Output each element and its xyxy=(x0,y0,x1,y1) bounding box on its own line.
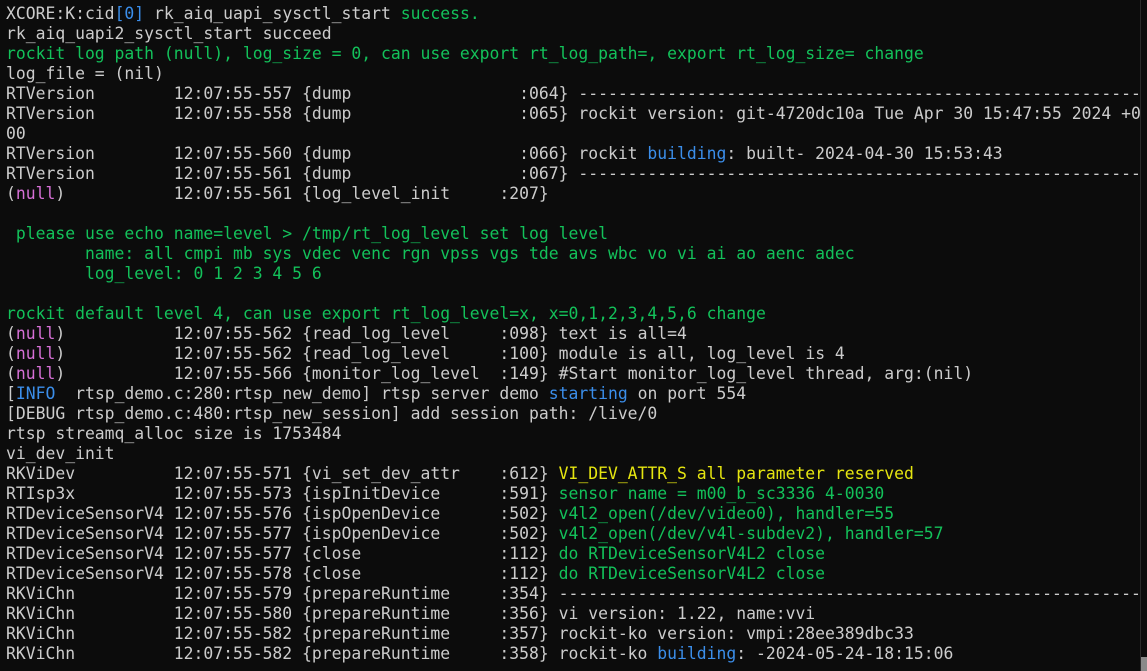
terminal-text-segment: VI_DEV_ATTR_S all parameter reserved xyxy=(558,464,914,483)
terminal-text-segment: RTDeviceSensorV4 12:07:55-577 {ispOpenDe… xyxy=(6,524,559,543)
terminal-text-segment: name: all cmpi mb sys vdec venc rgn vpss… xyxy=(6,244,855,263)
terminal-text-segment: ) 12:07:55-561 {log_level_init :207} xyxy=(55,184,549,203)
terminal-text-segment: : -2024-05-24-18:15:06 xyxy=(736,644,954,663)
terminal-line: vi_dev_init xyxy=(6,444,1141,464)
terminal-text-segment: XCORE:K:cid xyxy=(6,4,115,23)
terminal-text-segment: success. xyxy=(400,4,480,23)
terminal-text-segment: RKViChn 12:07:55-582 {prepareRuntime :35… xyxy=(6,644,658,663)
terminal-text-segment: starting xyxy=(548,384,628,403)
terminal-line: RTVersion 12:07:55-557 {dump :064} -----… xyxy=(6,84,1141,104)
terminal-text-segment: log_file = (nil) xyxy=(6,64,164,83)
terminal-text-segment: vi_dev_init xyxy=(6,444,115,463)
terminal-text-segment: RTVersion 12:07:55-557 {dump :064} -----… xyxy=(6,84,1141,103)
terminal-line: please use echo name=level > /tmp/rt_log… xyxy=(6,224,1141,244)
terminal-line: RTVersion 12:07:55-560 {dump :066} rocki… xyxy=(6,144,1141,164)
vertical-scrollbar[interactable] xyxy=(1140,0,1147,671)
terminal-text-segment: null xyxy=(15,344,56,363)
terminal-text-segment: INFO xyxy=(15,384,56,403)
terminal-line: RTVersion 12:07:55-561 {dump :067} -----… xyxy=(6,164,1141,184)
terminal-text-segment: ( xyxy=(6,324,16,343)
terminal-line: XCORE:K:cid[0] rk_aiq_uapi_sysctl_start … xyxy=(6,4,1141,24)
terminal-line: RTVersion 12:07:55-558 {dump :065} rocki… xyxy=(6,104,1141,124)
terminal-line: rtsp streamq_alloc size is 1753484 xyxy=(6,424,1141,444)
terminal-text-segment: do RTDeviceSensorV4L2 close xyxy=(558,564,826,583)
terminal-text-segment: RTVersion 12:07:55-561 {dump :067} -----… xyxy=(6,164,1141,183)
terminal-text-segment: RTVersion 12:07:55-560 {dump :066} rocki… xyxy=(6,144,648,163)
terminal-text-segment: RTVersion 12:07:55-558 {dump :065} rocki… xyxy=(6,104,1141,123)
terminal-text-segment: [DEBUG rtsp_demo.c:480:rtsp_new_session]… xyxy=(6,404,658,423)
terminal-line: (null) 12:07:55-562 {read_log_level :100… xyxy=(6,344,1141,364)
terminal-text-segment: sensor name = m00_b_sc3336 4-0030 xyxy=(558,484,885,503)
terminal-text-segment: rtsp_demo.c:280:rtsp_new_demo] rtsp serv… xyxy=(55,384,549,403)
terminal-line: RTIsp3x 12:07:55-573 {ispInitDevice :591… xyxy=(6,484,1141,504)
terminal-text-segment: rockit default level 4, can use export r… xyxy=(6,304,766,323)
terminal-text-segment: rockit log path (null), log_size = 0, ca… xyxy=(6,44,924,63)
terminal-text-segment: ( xyxy=(6,184,16,203)
terminal-text-segment: building xyxy=(647,144,727,163)
terminal-text-segment: log_level: 0 1 2 3 4 5 6 xyxy=(6,264,322,283)
terminal-text-segment: ) 12:07:55-562 {read_log_level :098} tex… xyxy=(55,324,687,343)
terminal-text-segment: [ xyxy=(6,384,16,403)
terminal-text-segment: v4l2_open(/dev/video0), handler=55 xyxy=(558,504,895,523)
terminal-line: RTDeviceSensorV4 12:07:55-576 {ispOpenDe… xyxy=(6,504,1141,524)
terminal-text-segment: on port 554 xyxy=(627,384,747,403)
terminal-text-segment: RKViDev 12:07:55-571 {vi_set_dev_attr :6… xyxy=(6,464,559,483)
terminal-text-segment: 00 xyxy=(6,124,26,143)
terminal-text-segment: RTDeviceSensorV4 12:07:55-576 {ispOpenDe… xyxy=(6,504,559,523)
terminal-output[interactable]: XCORE:K:cid[0] rk_aiq_uapi_sysctl_start … xyxy=(0,0,1141,671)
terminal-line: name: all cmpi mb sys vdec venc rgn vpss… xyxy=(6,244,1141,264)
terminal-text-segment: : built- 2024-04-30 15:53:43 xyxy=(726,144,1003,163)
terminal-text-segment: null xyxy=(15,184,56,203)
terminal-line: RKViChn 12:07:55-580 {prepareRuntime :35… xyxy=(6,604,1141,624)
terminal-line: RKViChn 12:07:55-582 {prepareRuntime :35… xyxy=(6,644,1141,664)
terminal-text-segment: null xyxy=(15,364,56,383)
terminal-line: rockit log path (null), log_size = 0, ca… xyxy=(6,44,1141,64)
terminal-line: 00 xyxy=(6,124,1141,144)
terminal-line: (null) 12:07:55-566 {monitor_log_level :… xyxy=(6,364,1141,384)
terminal-text-segment: RTDeviceSensorV4 12:07:55-577 {close :11… xyxy=(6,544,559,563)
terminal-text-segment: RKViChn 12:07:55-580 {prepareRuntime :35… xyxy=(6,604,816,623)
terminal-line: rockit default level 4, can use export r… xyxy=(6,304,1141,324)
terminal-text-segment: RKViChn 12:07:55-582 {prepareRuntime :35… xyxy=(6,624,914,643)
terminal-text-segment: RTDeviceSensorV4 12:07:55-578 {close :11… xyxy=(6,564,559,583)
terminal-line: (null) 12:07:55-561 {log_level_init :207… xyxy=(6,184,1141,204)
terminal-line: RTDeviceSensorV4 12:07:55-577 {close :11… xyxy=(6,544,1141,564)
terminal-line: [DEBUG rtsp_demo.c:480:rtsp_new_session]… xyxy=(6,404,1141,424)
terminal-line: RKViChn 12:07:55-582 {prepareRuntime :35… xyxy=(6,624,1141,644)
terminal-text-segment: v4l2_open(/dev/v4l-subdev2), handler=57 xyxy=(558,524,944,543)
terminal-text-segment: ) 12:07:55-562 {read_log_level :100} mod… xyxy=(55,344,845,363)
terminal-text-segment: rk_aiq_uapi_sysctl_start xyxy=(144,4,401,23)
terminal-text-segment: RKViChn 12:07:55-579 {prepareRuntime :35… xyxy=(6,584,1141,603)
terminal-line: log_file = (nil) xyxy=(6,64,1141,84)
terminal-line: RTDeviceSensorV4 12:07:55-578 {close :11… xyxy=(6,564,1141,584)
terminal-text-segment: please use echo name=level > /tmp/rt_log… xyxy=(6,224,608,243)
terminal-line: RTDeviceSensorV4 12:07:55-577 {ispOpenDe… xyxy=(6,524,1141,544)
terminal-line: RKViDev 12:07:55-571 {vi_set_dev_attr :6… xyxy=(6,464,1141,484)
terminal-line: (null) 12:07:55-562 {read_log_level :098… xyxy=(6,324,1141,344)
terminal-line: [INFO rtsp_demo.c:280:rtsp_new_demo] rts… xyxy=(6,384,1141,404)
terminal-line: log_level: 0 1 2 3 4 5 6 xyxy=(6,264,1141,284)
terminal-text-segment: building xyxy=(657,644,737,663)
terminal-text-segment: ( xyxy=(6,364,16,383)
terminal-text-segment: do RTDeviceSensorV4L2 close xyxy=(558,544,826,563)
terminal-text-segment: rk_aiq_uapi2_sysctl_start succeed xyxy=(6,24,332,43)
terminal-text-segment: rtsp streamq_alloc size is 1753484 xyxy=(6,424,342,443)
terminal-text-segment: [0] xyxy=(114,4,145,23)
terminal-text-segment: ( xyxy=(6,344,16,363)
terminal-line: RKViChn 12:07:55-579 {prepareRuntime :35… xyxy=(6,584,1141,604)
terminal-text-segment: null xyxy=(15,324,56,343)
terminal-line: rk_aiq_uapi2_sysctl_start succeed xyxy=(6,24,1141,44)
scrollbar-thumb[interactable] xyxy=(1141,657,1147,671)
terminal-text-segment: RTIsp3x 12:07:55-573 {ispInitDevice :591… xyxy=(6,484,559,503)
terminal-text-segment: ) 12:07:55-566 {monitor_log_level :149} … xyxy=(55,364,974,383)
